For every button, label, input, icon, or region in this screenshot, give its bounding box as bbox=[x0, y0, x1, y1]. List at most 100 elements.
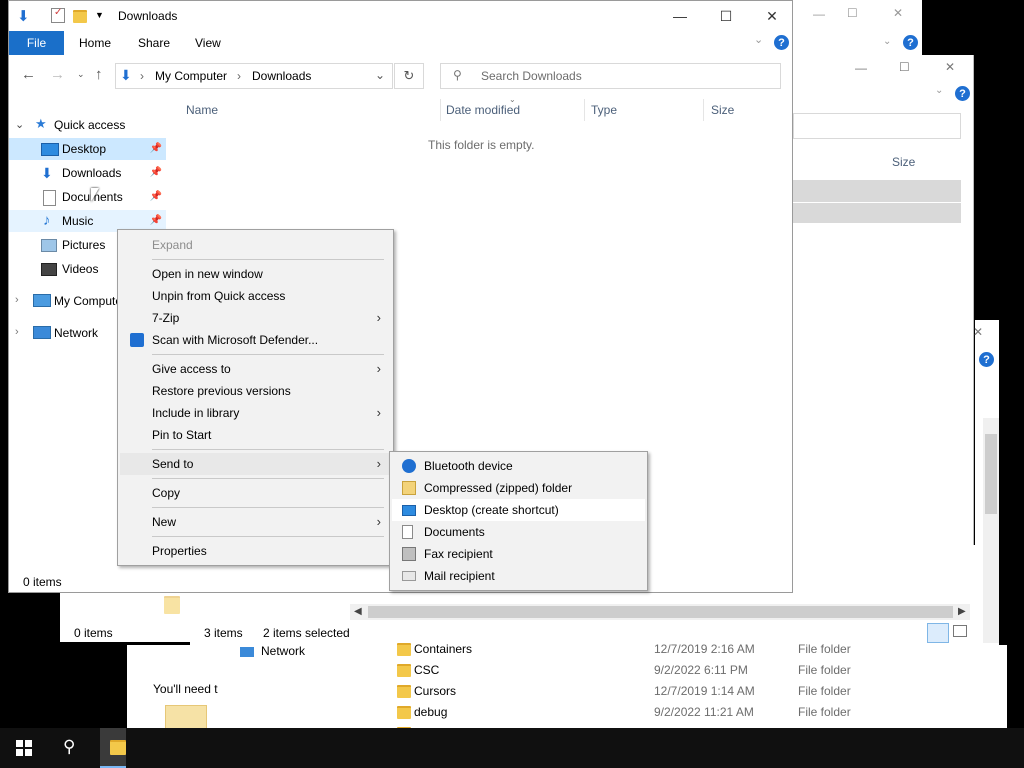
search-box[interactable]: ⚲ Search Downloads bbox=[440, 63, 781, 89]
music-note-icon: ♪ bbox=[43, 212, 51, 229]
folder-icon bbox=[397, 664, 411, 677]
maximize-icon[interactable]: ☐ bbox=[899, 60, 910, 74]
send-to-documents[interactable]: Documents bbox=[392, 521, 645, 543]
column-type[interactable]: Type bbox=[591, 103, 617, 117]
forward-arrow-icon[interactable]: → bbox=[50, 66, 65, 83]
arrow-left-icon[interactable]: ◀ bbox=[354, 606, 362, 617]
column-size[interactable]: Size bbox=[711, 103, 734, 117]
scrollbar[interactable] bbox=[983, 418, 999, 643]
large-icons-view-icon[interactable] bbox=[953, 625, 967, 637]
scroll-thumb[interactable] bbox=[985, 434, 997, 514]
menu-item-give-access[interactable]: Give access to › bbox=[120, 358, 391, 380]
pin-icon[interactable]: 📌 bbox=[150, 162, 162, 184]
nav-network[interactable]: Network bbox=[54, 322, 98, 344]
nav-downloads[interactable]: ⬇ Downloads 📌 bbox=[9, 162, 166, 184]
column-divider bbox=[584, 99, 585, 121]
up-arrow-icon[interactable]: ↑ bbox=[95, 66, 103, 83]
menu-item-unpin[interactable]: Unpin from Quick access bbox=[120, 285, 391, 307]
menu-item-expand[interactable]: Expand bbox=[120, 234, 391, 256]
minimize-icon[interactable]: — bbox=[855, 61, 867, 75]
search-icon[interactable]: ⚲ bbox=[63, 737, 75, 757]
menu-item-restore-versions[interactable]: Restore previous versions bbox=[120, 380, 391, 402]
menu-item-pin-to-start[interactable]: Pin to Start bbox=[120, 424, 391, 446]
row-type: File folder bbox=[798, 705, 851, 719]
new-folder-icon[interactable] bbox=[73, 10, 87, 23]
column-date-modified[interactable]: Date modified bbox=[446, 103, 520, 117]
menu-item-include-library[interactable]: Include in library › bbox=[120, 402, 391, 424]
pin-icon[interactable]: 📌 bbox=[150, 138, 162, 160]
maximize-icon[interactable]: ☐ bbox=[847, 6, 858, 20]
tab-file[interactable]: File bbox=[9, 31, 64, 55]
table-row[interactable]: debug 9/2/2022 11:21 AM File folder bbox=[387, 702, 987, 722]
expand-arrow-icon[interactable]: › bbox=[15, 294, 19, 306]
bg-window-4: 0 items bbox=[60, 592, 190, 642]
size-column-header[interactable]: Size bbox=[892, 155, 915, 169]
chevron-down-icon[interactable]: ⌄ bbox=[935, 85, 943, 96]
properties-icon[interactable]: ✓ bbox=[51, 7, 65, 23]
search-input[interactable]: Search Downloads bbox=[481, 69, 582, 83]
network-icon bbox=[33, 326, 51, 339]
table-row[interactable]: Cursors 12/7/2019 1:14 AM File folder bbox=[387, 681, 987, 701]
send-to-bluetooth[interactable]: Bluetooth device bbox=[392, 455, 645, 477]
nav-network[interactable]: Network bbox=[261, 644, 305, 658]
arrow-right-icon[interactable]: ▶ bbox=[958, 606, 966, 617]
nav-videos[interactable]: Videos bbox=[9, 258, 119, 280]
help-icon[interactable]: ? bbox=[955, 86, 970, 101]
hscroll[interactable]: ◀ ▶ bbox=[350, 604, 970, 620]
search-box[interactable] bbox=[793, 113, 961, 139]
menu-item-copy[interactable]: Copy bbox=[120, 482, 391, 504]
send-to-zip[interactable]: Compressed (zipped) folder bbox=[392, 477, 645, 499]
nav-quick-access[interactable]: Quick access bbox=[54, 114, 125, 136]
send-to-desktop[interactable]: Desktop (create shortcut) bbox=[392, 499, 645, 521]
file-explorer-taskbar-icon[interactable] bbox=[100, 728, 126, 768]
maximize-button[interactable]: ☐ bbox=[703, 1, 749, 31]
table-row[interactable]: Containers 12/7/2019 2:16 AM File folder bbox=[387, 639, 987, 659]
start-windows-icon[interactable] bbox=[16, 740, 32, 756]
selected-row[interactable] bbox=[793, 203, 961, 223]
send-to-mail[interactable]: Mail recipient bbox=[392, 565, 645, 587]
help-icon[interactable]: ? bbox=[903, 35, 918, 50]
address-bar[interactable]: ⬇ › My Computer › Downloads ⌄ bbox=[115, 63, 393, 89]
column-name[interactable]: Name bbox=[186, 103, 218, 117]
nav-my-computer[interactable]: My Computer bbox=[54, 290, 126, 312]
table-row[interactable]: CSC 9/2/2022 6:11 PM File folder bbox=[387, 660, 987, 680]
menu-item-send-to[interactable]: Send to › bbox=[120, 453, 391, 475]
customize-toolbar-icon[interactable]: ▼ bbox=[95, 10, 104, 20]
breadcrumb-downloads[interactable]: Downloads bbox=[252, 69, 311, 83]
help-icon[interactable]: ? bbox=[774, 35, 789, 50]
recent-locations-icon[interactable]: ⌄ bbox=[77, 69, 85, 80]
send-to-fax[interactable]: Fax recipient bbox=[392, 543, 645, 565]
tab-share[interactable]: Share bbox=[138, 31, 170, 55]
close-icon[interactable]: ✕ bbox=[945, 60, 955, 74]
menu-item-open-new-window[interactable]: Open in new window bbox=[120, 263, 391, 285]
address-dropdown-icon[interactable]: ⌄ bbox=[375, 68, 385, 82]
expand-arrow-icon[interactable]: › bbox=[15, 326, 19, 338]
close-icon[interactable]: ✕ bbox=[893, 6, 903, 20]
scroll-thumb[interactable] bbox=[368, 606, 953, 618]
nav-documents[interactable]: Documents 📌 bbox=[9, 186, 166, 208]
tab-home[interactable]: Home bbox=[79, 31, 111, 55]
expand-ribbon-icon[interactable]: ⌄ bbox=[754, 33, 763, 46]
nav-desktop[interactable]: Desktop 📌 bbox=[9, 138, 166, 160]
menu-item-scan-defender[interactable]: Scan with Microsoft Defender... bbox=[120, 329, 391, 351]
menu-item-properties[interactable]: Properties bbox=[120, 540, 391, 562]
menu-item-new[interactable]: New › bbox=[120, 511, 391, 533]
minimize-button[interactable]: — bbox=[657, 1, 703, 31]
expand-arrow-icon[interactable]: ⌄ bbox=[15, 118, 24, 131]
close-button[interactable]: ✕ bbox=[749, 1, 795, 31]
chevron-down-icon[interactable]: ⌄ bbox=[883, 36, 891, 47]
document-icon bbox=[43, 190, 56, 206]
row-name: Containers bbox=[414, 642, 473, 656]
tab-view[interactable]: View bbox=[195, 31, 221, 55]
minimize-icon[interactable]: — bbox=[813, 7, 825, 21]
refresh-button[interactable]: ↻ bbox=[394, 63, 424, 89]
menu-item-7zip[interactable]: 7-Zip › bbox=[120, 307, 391, 329]
selected-row[interactable] bbox=[793, 180, 961, 202]
nav-pictures[interactable]: Pictures bbox=[9, 234, 119, 256]
close-icon[interactable]: ✕ bbox=[973, 325, 983, 339]
breadcrumb-my-computer[interactable]: My Computer bbox=[155, 69, 227, 83]
quick-access-download-icon[interactable]: ⬇ bbox=[17, 7, 30, 25]
pin-icon[interactable]: 📌 bbox=[150, 186, 162, 208]
help-icon[interactable]: ? bbox=[979, 352, 994, 367]
back-arrow-icon[interactable]: ← bbox=[21, 66, 36, 83]
